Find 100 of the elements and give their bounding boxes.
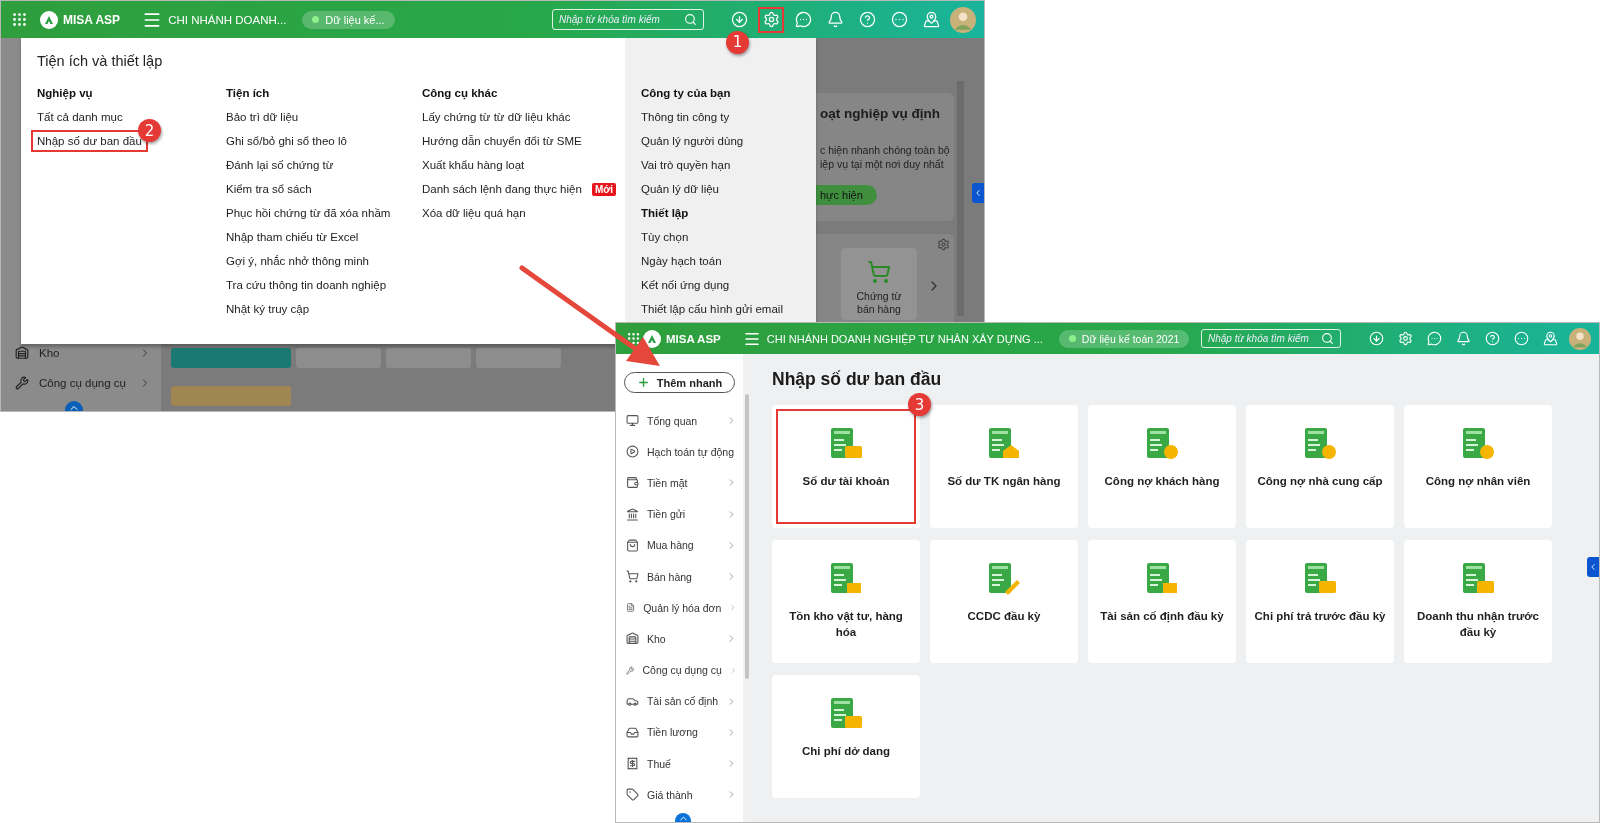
chat-icon[interactable]: [794, 11, 812, 28]
menu-item[interactable]: Xóa dữ liệu quá hạn: [416, 202, 532, 224]
menu-item[interactable]: Bảo trì dữ liệu: [220, 106, 305, 128]
bell-icon[interactable]: [826, 11, 844, 28]
scrollbar[interactable]: [744, 394, 749, 679]
download-icon[interactable]: [730, 11, 748, 28]
balance-card[interactable]: Chi phí dở dang: [772, 675, 920, 798]
menu-item[interactable]: Quản lý người dùng: [635, 130, 750, 152]
nav-item[interactable]: Tiền gửi: [616, 498, 743, 530]
wrench-icon: [626, 663, 635, 677]
ledger-icon: [1302, 562, 1338, 596]
more-icon[interactable]: [890, 11, 908, 28]
menu-item[interactable]: Gợi ý, nhắc nhở thông minh: [220, 250, 375, 272]
search-field[interactable]: Nhập từ khóa tìm kiếm: [552, 9, 704, 30]
nav-item[interactable]: Mua hàng: [616, 529, 743, 561]
nav-item[interactable]: Hạch toán tự động: [616, 436, 743, 468]
step-number: 1: [726, 30, 749, 54]
menu-item[interactable]: Ghi sổ/bỏ ghi sổ theo lô: [220, 130, 353, 152]
menu-title: Tiện ích và thiết lập: [37, 52, 163, 71]
help-icon[interactable]: [858, 11, 876, 28]
section-heading: Công cụ khác: [422, 86, 498, 102]
nav-item[interactable]: Bán hàng: [616, 560, 743, 593]
section-heading: Thiết lập: [641, 206, 689, 222]
panel-toggle[interactable]: [972, 183, 984, 203]
menu-item[interactable]: Lấy chứng từ từ dữ liệu khác: [416, 106, 577, 128]
menu-item[interactable]: Xuất khẩu hàng loạt: [416, 154, 531, 176]
search-icon[interactable]: [1321, 332, 1334, 345]
menu-item[interactable]: Thiết lập cấu hình gửi email: [635, 298, 789, 320]
map-pin-icon[interactable]: [1542, 331, 1558, 346]
nav-item[interactable]: Giá thành: [616, 779, 743, 811]
warehouse-icon: [626, 632, 639, 646]
bell-icon[interactable]: [1455, 331, 1471, 346]
more-icon[interactable]: [1513, 331, 1529, 346]
balance-card[interactable]: Tài sản cố định đầu kỳ: [1088, 540, 1236, 663]
ledger-icon: [1144, 562, 1180, 596]
avatar[interactable]: [950, 6, 976, 33]
section-heading: Tiện ích: [226, 86, 270, 102]
quick-add-button[interactable]: Thêm nhanh: [624, 372, 735, 393]
balance-card[interactable]: CCDC đầu kỳ: [930, 540, 1078, 663]
panel-toggle[interactable]: [1587, 557, 1599, 577]
step-number: 3: [908, 393, 931, 416]
document-icon: [626, 601, 636, 615]
play-icon: [626, 445, 639, 459]
nav-item[interactable]: Tài sản cố định: [616, 685, 743, 717]
nav-item[interactable]: Kho: [616, 623, 743, 655]
menu-item[interactable]: Thông tin công ty: [635, 106, 736, 128]
nav-item[interactable]: Công cụ dụng cụ: [616, 654, 743, 686]
receipt-icon: [626, 757, 639, 771]
balance-card[interactable]: Tồn kho vật tư, hàng hóa: [772, 540, 920, 663]
menu-item[interactable]: Phục hồi chứng từ đã xóa nhầm: [220, 202, 397, 224]
menu-item[interactable]: Kết nối ứng dụng: [635, 274, 736, 296]
nav-item[interactable]: Công cụ dụng cụ: [1, 368, 161, 398]
avatar[interactable]: [1569, 327, 1591, 350]
start-button[interactable]: hực hiện: [814, 185, 877, 205]
ledger-icon: [828, 697, 864, 731]
menu-item[interactable]: Nhập tham chiếu từ Excel: [220, 226, 365, 248]
menu-item[interactable]: Tra cứu thông tin doanh nghiệp: [220, 274, 393, 296]
nav-item[interactable]: Quản lý hóa đơn: [616, 592, 743, 624]
cart-icon: [867, 260, 891, 284]
shortcut-card[interactable]: Chứng từ bán hàng: [841, 248, 917, 320]
nav-item[interactable]: Tiền lương: [616, 716, 743, 749]
apps-icon[interactable]: [11, 11, 28, 28]
nav-item[interactable]: Thuế: [616, 748, 743, 780]
nav-item[interactable]: Tiền mặt: [616, 467, 743, 499]
wrench-icon: [15, 376, 29, 390]
wallet-icon: [626, 476, 639, 490]
balance-card[interactable]: Công nợ khách hàng: [1088, 405, 1236, 528]
download-icon[interactable]: [1368, 331, 1384, 346]
chevron-left-icon: [973, 188, 983, 198]
help-icon[interactable]: [1484, 331, 1500, 346]
nav-item[interactable]: Tổng quan: [616, 405, 743, 437]
bank-icon: [626, 507, 639, 521]
balance-card[interactable]: Số dư TK ngân hàng: [930, 405, 1078, 528]
menu-item[interactable]: Kiểm tra sổ sách: [220, 178, 318, 200]
shortcut-label: Chứng từ bán hàng: [855, 290, 903, 316]
menu-item[interactable]: Vai trò quyền hạn: [635, 154, 737, 176]
settings-icon[interactable]: [937, 238, 950, 251]
search-field[interactable]: Nhập từ khóa tìm kiếm: [1201, 329, 1341, 348]
nav-item[interactable]: Kho: [1, 338, 161, 368]
map-pin-icon[interactable]: [922, 11, 940, 28]
menu-item[interactable]: Đánh lại số chứng từ: [220, 154, 340, 176]
menu-item[interactable]: Danh sách lệnh đang thực hiện: [416, 178, 588, 200]
menu-item[interactable]: Nhật ký truy cập: [220, 298, 316, 320]
balance-card[interactable]: Công nợ nhân viên: [1404, 405, 1552, 528]
balance-card[interactable]: Chi phí trả trước đầu kỳ: [1246, 540, 1394, 663]
menu-item[interactable]: Ngày hạch toán: [635, 250, 728, 272]
menu-item[interactable]: Hướng dẫn chuyển đổi từ SME: [416, 130, 588, 152]
apps-icon[interactable]: [626, 331, 641, 346]
section-heading: Nghiệp vụ: [37, 86, 93, 102]
search-icon[interactable]: [684, 13, 697, 26]
menu-item[interactable]: Quản lý dữ liệu: [635, 178, 726, 200]
menu-item[interactable]: Tùy chọn: [635, 226, 695, 248]
ledger-icon: [1144, 427, 1180, 461]
chat-icon[interactable]: [1426, 331, 1442, 346]
menu-item[interactable]: Tất cả danh mục: [31, 106, 129, 128]
settings-icon[interactable]: [762, 11, 780, 28]
balance-card[interactable]: Công nợ nhà cung cấp: [1246, 405, 1394, 528]
balance-card[interactable]: Doanh thu nhận trước đầu kỳ: [1404, 540, 1552, 663]
page-title: Nhập số dư ban đầu: [772, 368, 942, 390]
promo-text: iệp vụ tại một nơi duy nhất: [820, 157, 945, 171]
